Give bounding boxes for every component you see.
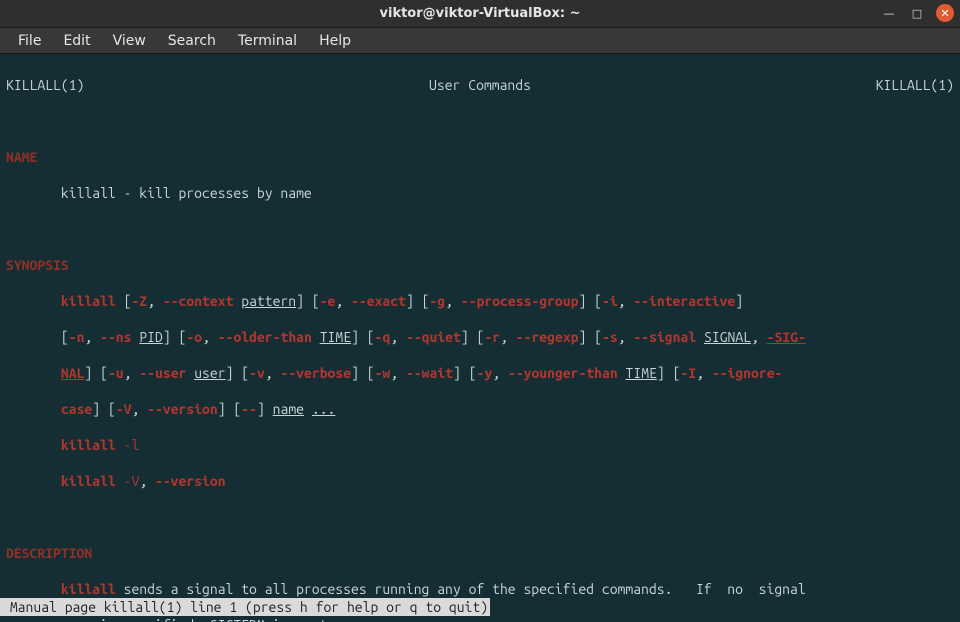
man-header-center: User Commands — [429, 76, 531, 94]
section-synopsis: SYNOPSIS — [6, 257, 69, 273]
man-header: KILLALL(1) User Commands KILLALL(1) — [6, 76, 954, 94]
desc-p1a: killall sends a signal to all processes … — [6, 580, 954, 598]
synopsis-line-4: case] [-V, --version] [--] name ... — [6, 400, 954, 418]
minimize-button[interactable]: — — [880, 4, 898, 22]
menu-help[interactable]: Help — [309, 30, 361, 52]
section-name: NAME — [6, 149, 37, 165]
maximize-button[interactable]: □ — [908, 4, 926, 22]
close-button[interactable]: ✕ — [936, 4, 954, 22]
desc-p1b: name is specified, SIGTERM is sent. — [6, 616, 954, 622]
window-title: viktor@viktor-VirtualBox: ~ — [380, 6, 581, 21]
blank-line — [6, 220, 954, 238]
man-header-left: KILLALL(1) — [6, 76, 84, 94]
blank-line — [6, 112, 954, 130]
menubar: File Edit View Search Terminal Help — [0, 28, 960, 54]
blank-line — [6, 508, 954, 526]
titlebar: viktor@viktor-VirtualBox: ~ — □ ✕ — [0, 0, 960, 28]
synopsis-line-6: killall -V, --version — [6, 472, 954, 490]
menu-search[interactable]: Search — [158, 30, 226, 52]
menu-edit[interactable]: Edit — [53, 30, 100, 52]
synopsis-line-3: NAL] [-u, --user user] [-v, --verbose] [… — [6, 364, 954, 382]
man-status-line: Manual page killall(1) line 1 (press h f… — [0, 598, 490, 616]
menu-view[interactable]: View — [103, 30, 156, 52]
name-line: killall - kill processes by name — [6, 184, 954, 202]
section-description: DESCRIPTION — [6, 545, 92, 561]
synopsis-line-1: killall [-Z, --context pattern] [-e, --e… — [6, 292, 954, 310]
menu-terminal[interactable]: Terminal — [228, 30, 307, 52]
synopsis-line-5: killall -l — [6, 436, 954, 454]
window-controls: — □ ✕ — [880, 4, 954, 22]
menu-file[interactable]: File — [8, 30, 51, 52]
synopsis-line-2: [-n, --ns PID] [-o, --older-than TIME] [… — [6, 328, 954, 346]
terminal-viewport[interactable]: KILLALL(1) User Commands KILLALL(1) NAME k… — [0, 54, 960, 622]
man-header-right: KILLALL(1) — [876, 76, 954, 94]
